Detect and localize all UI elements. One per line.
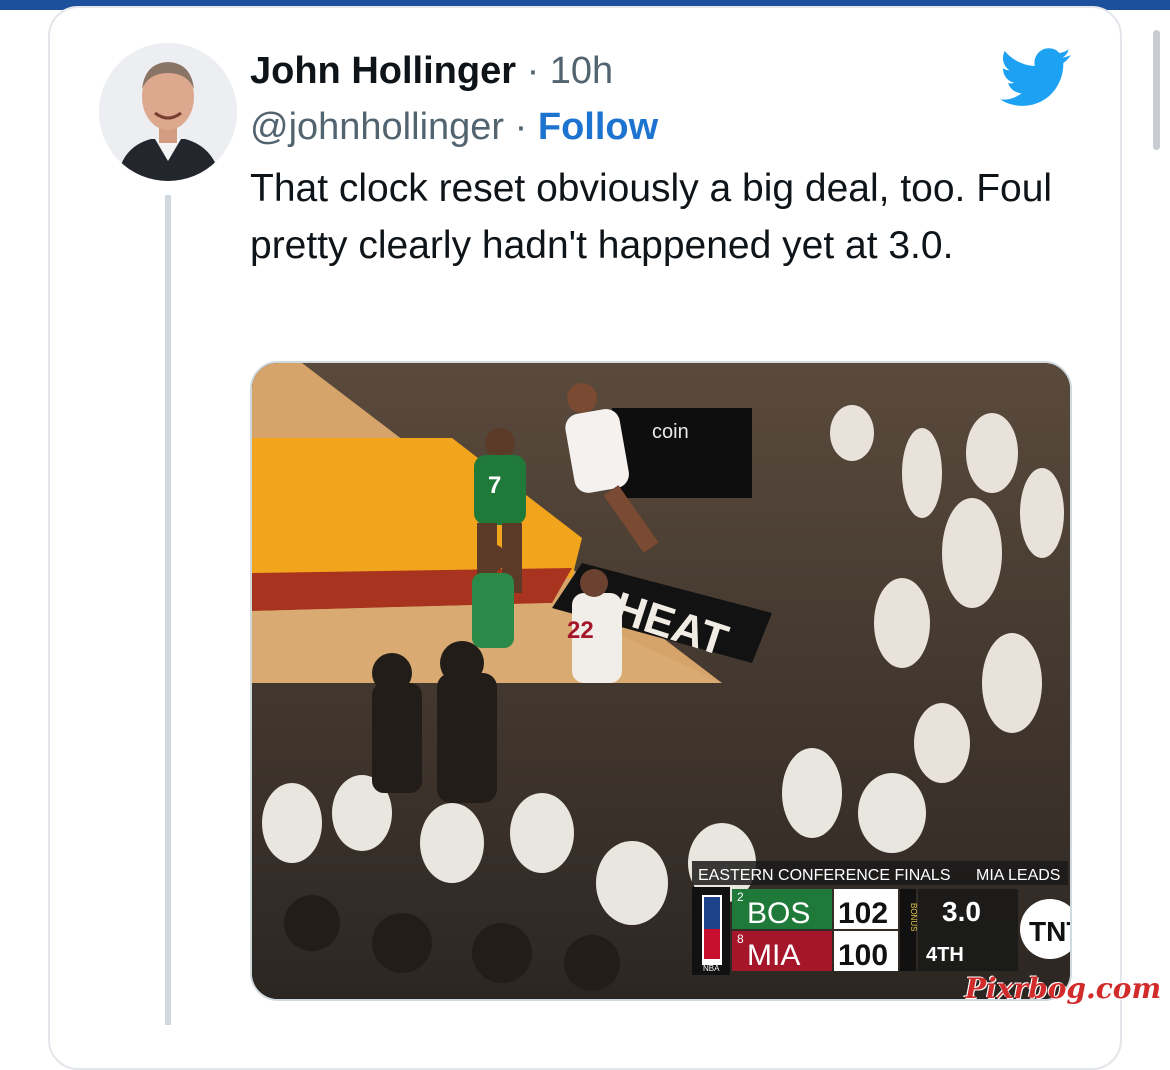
scorebug: EASTERN CONFERENCE FINALS MIA LEADS NBA … (692, 861, 1070, 975)
author-row: John Hollinger · 10h (250, 48, 613, 94)
tweet-time[interactable]: 10h (550, 50, 613, 92)
jersey-number-green: 7 (488, 472, 501, 499)
away-score: 102 (838, 897, 888, 930)
watermark: Pixrbog.com (965, 972, 1162, 1005)
avatar[interactable] (99, 43, 237, 181)
jersey-number-white: 22 (567, 617, 594, 644)
author-name[interactable]: John Hollinger (250, 50, 516, 92)
separator-dot: · (526, 50, 540, 92)
away-team: BOS (747, 897, 810, 930)
tweet-media-image[interactable]: HEAT coin 7 22 EASTERN CONFERENCE FINALS… (250, 361, 1072, 1001)
game-clock: 3.0 (942, 896, 981, 927)
scorebug-header: EASTERN CONFERENCE FINALS (698, 867, 950, 884)
league-label: NBA (703, 964, 720, 973)
handle-row: @johnhollinger · Follow (250, 104, 658, 150)
bonus-indicator: BONUS (909, 903, 918, 931)
away-seed: 2 (737, 890, 744, 904)
home-score: 100 (838, 939, 888, 972)
follow-link[interactable]: Follow (538, 106, 658, 148)
network-label: TNT (1029, 916, 1070, 947)
thread-line (165, 195, 171, 1025)
separator-dot: · (514, 106, 528, 148)
twitter-bird-icon[interactable] (1000, 48, 1072, 108)
scrollbar[interactable] (1153, 30, 1160, 150)
home-seed: 8 (737, 932, 744, 946)
game-quarter: 4TH (926, 944, 964, 966)
tweet-text: That clock reset obviously a big deal, t… (250, 167, 1053, 267)
home-team: MIA (747, 939, 800, 972)
sponsor-text: coin (652, 421, 689, 443)
author-handle[interactable]: @johnhollinger (250, 106, 504, 148)
series-status: MIA LEADS (976, 867, 1060, 884)
